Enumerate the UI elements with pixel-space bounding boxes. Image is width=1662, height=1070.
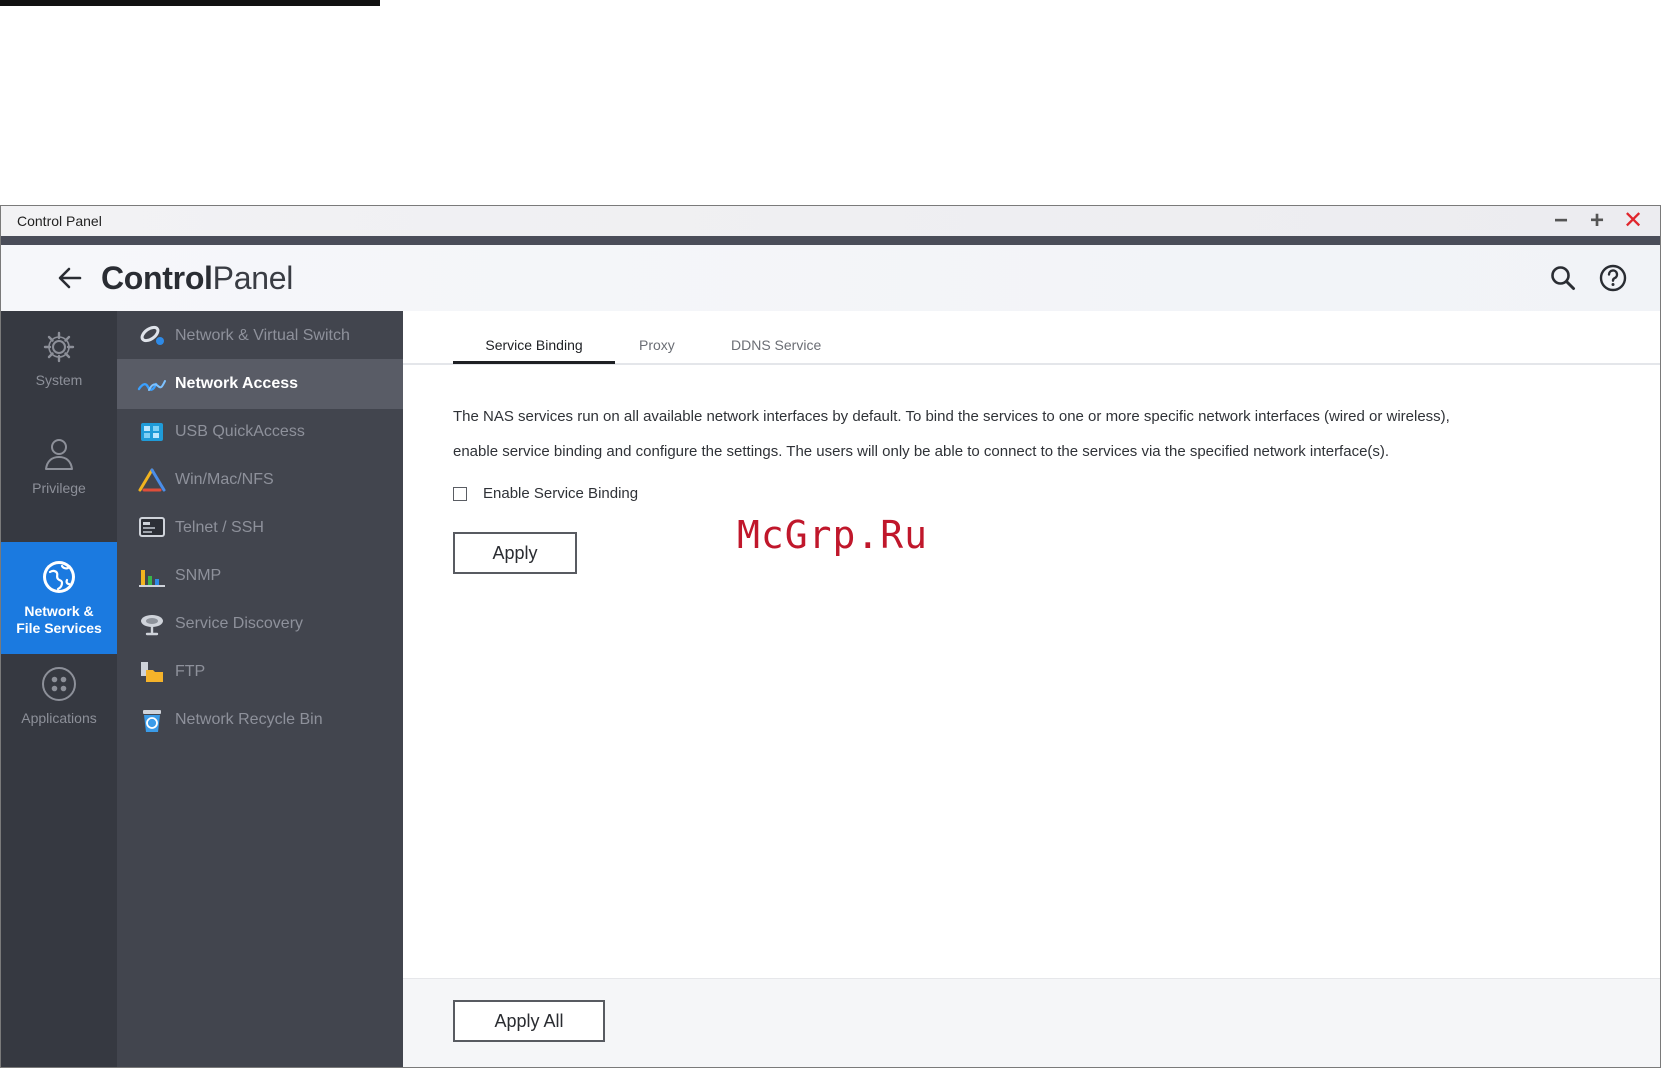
header-icons [1546, 261, 1630, 295]
snmp-chart-icon [137, 563, 167, 589]
left-rail: System Privilege Network & File Services … [1, 311, 117, 1067]
ftp-folder-icon [137, 659, 167, 685]
app-header: ControlPanel [1, 245, 1660, 311]
brand-bold: Control [101, 259, 213, 296]
search-icon[interactable] [1546, 261, 1580, 295]
rail-label-privilege: Privilege [32, 480, 86, 496]
tab-bar: Service Binding Proxy DDNS Service [403, 311, 1660, 365]
tab-service-binding[interactable]: Service Binding [453, 337, 615, 364]
top-rule [0, 0, 380, 6]
sub-item-label: Service Discovery [175, 615, 304, 632]
sub-item-label: Network Access [175, 375, 299, 392]
minimize-button[interactable]: − [1548, 208, 1574, 234]
sub-item-ftp[interactable]: FTP [117, 647, 403, 697]
rail-item-system[interactable]: System [1, 323, 117, 419]
recycle-bin-icon [137, 707, 167, 733]
window-controls: − + ✕ [1548, 208, 1646, 234]
enable-service-binding-row: Enable Service Binding [453, 485, 638, 502]
sub-item-label: SNMP [175, 567, 222, 584]
description-line-2: enable service binding and configure the… [453, 443, 1390, 460]
content-footer: Apply All [403, 978, 1660, 1067]
sub-item-label: Win/Mac/NFS [175, 471, 274, 488]
main-content: Service Binding Proxy DDNS Service The N… [403, 311, 1660, 1067]
usb-icon [137, 419, 167, 445]
watermark-text: McGrp.Ru [737, 513, 929, 557]
globe-icon [1, 558, 117, 599]
gear-icon [1, 329, 117, 368]
user-icon [1, 435, 117, 476]
back-arrow-icon[interactable] [53, 261, 87, 295]
control-panel-window: Control Panel − + ✕ ControlPanel System [0, 205, 1661, 1068]
service-discovery-icon [137, 611, 167, 637]
sub-navigation: Network & Virtual Switch Network Access … [117, 311, 403, 1067]
maximize-button[interactable]: + [1584, 208, 1610, 234]
rail-item-privilege[interactable]: Privilege [1, 429, 117, 525]
network-switch-icon [137, 323, 167, 349]
sub-item-network-access[interactable]: Network Access [117, 359, 403, 409]
close-button[interactable]: ✕ [1620, 208, 1646, 234]
rail-label-applications: Applications [21, 710, 97, 726]
service-binding-description: The NAS services run on all available ne… [453, 399, 1603, 469]
terminal-icon [137, 515, 167, 541]
tab-proxy[interactable]: Proxy [639, 337, 675, 361]
help-icon[interactable] [1596, 261, 1630, 295]
sub-item-network-virtual-switch[interactable]: Network & Virtual Switch [117, 311, 403, 361]
win-mac-nfs-icon [137, 467, 167, 493]
rail-label-system: System [35, 372, 83, 388]
apply-button[interactable]: Apply [453, 532, 577, 574]
header-accent-bar [1, 236, 1660, 245]
sub-item-label: USB QuickAccess [175, 423, 305, 440]
sub-item-service-discovery[interactable]: Service Discovery [117, 599, 403, 649]
sub-item-snmp[interactable]: SNMP [117, 551, 403, 601]
rail-item-applications[interactable]: Applications [1, 659, 117, 755]
app-brand: ControlPanel [101, 260, 293, 297]
sub-item-label: Network & Virtual Switch [175, 327, 350, 344]
enable-service-binding-label: Enable Service Binding [483, 485, 639, 502]
enable-service-binding-checkbox[interactable] [453, 486, 467, 501]
description-line-1: The NAS services run on all available ne… [453, 408, 1450, 425]
apps-grid-icon [1, 665, 117, 706]
sub-item-win-mac-nfs[interactable]: Win/Mac/NFS [117, 455, 403, 505]
sub-item-label: Telnet / SSH [175, 519, 264, 536]
rail-label-network-file-services: Network & File Services [1, 603, 117, 637]
rail-item-network-file-services[interactable]: Network & File Services [1, 542, 117, 654]
tab-ddns-service[interactable]: DDNS Service [731, 337, 821, 361]
rail-label-line1: Network & [24, 603, 94, 619]
apply-all-button[interactable]: Apply All [453, 1000, 605, 1042]
brand-light: Panel [212, 259, 294, 296]
rail-label-line2: File Services [16, 620, 102, 636]
sub-item-label: FTP [175, 663, 206, 680]
sub-item-label: Network Recycle Bin [175, 711, 323, 728]
sub-item-telnet-ssh[interactable]: Telnet / SSH [117, 503, 403, 553]
window-title: Control Panel [17, 213, 102, 229]
sub-item-network-recycle-bin[interactable]: Network Recycle Bin [117, 695, 403, 745]
network-access-icon [137, 371, 167, 397]
window-titlebar[interactable]: Control Panel − + ✕ [1, 206, 1660, 236]
sub-item-usb-quickaccess[interactable]: USB QuickAccess [117, 407, 403, 457]
